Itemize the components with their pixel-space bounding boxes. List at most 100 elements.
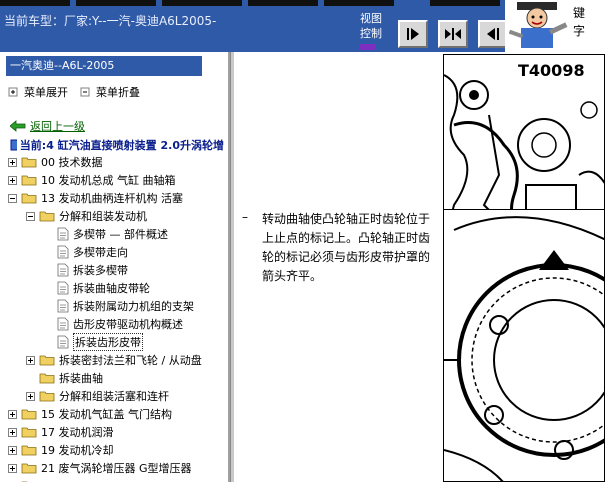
back-link[interactable]: 返回上一级 (10, 118, 85, 134)
folder-icon (39, 211, 55, 222)
expand-icon[interactable] (8, 427, 17, 437)
content-area: T40098 – 转动曲轴使凸轮轴正时齿轮位于上止点的标记上。凸轮轴正时齿轮的标… (234, 52, 605, 482)
chapter-tree: 00 技术数据 10 发动机总成 气缸 曲轴箱 13 发动机曲柄连杆机构 活塞 分解和… (0, 153, 214, 482)
tree-item[interactable]: 10 发动机总成 气缸 曲轴箱 (8, 171, 176, 189)
tree-item[interactable]: 21 废气涡轮增压器 G型增压器 (8, 459, 192, 477)
expand-icon[interactable] (8, 463, 17, 473)
panel-title: 一汽奥迪--A6L-2005 (6, 56, 202, 76)
folder-icon (21, 193, 37, 204)
document-icon (57, 281, 69, 295)
header-decoration (0, 0, 70, 6)
toggle-panels-button[interactable] (438, 20, 468, 48)
tree-item-label: 15 发动机气缸盖 气门结构 (41, 408, 172, 421)
collapse-panels-icon (445, 28, 461, 40)
document-icon (57, 299, 69, 313)
current-section-label: 当前:4 缸汽油直接喷射装置 2.0升涡轮增 (19, 139, 224, 152)
expand-all-icon (8, 87, 18, 97)
tree-item[interactable]: 分解和组装活塞和连杆 (26, 387, 169, 405)
navigation-panel: 一汽奥迪--A6L-2005 菜单展开 菜单折叠 返回上一级 当前:4 缸汽油直… (0, 52, 230, 482)
tree-item-label: 分解和组装发动机 (59, 210, 147, 223)
tree-item[interactable]: 多楔带 — 部件概述 (44, 225, 168, 243)
tree-item-label: 分解和组装活塞和连杆 (59, 390, 169, 403)
folder-icon (21, 427, 37, 438)
document-icon (57, 227, 69, 241)
header-decoration (162, 0, 242, 6)
tree-item-label: 19 发动机冷却 (41, 444, 114, 457)
document-icon (57, 317, 69, 331)
tree-item[interactable]: 多楔带走向 (44, 243, 128, 261)
instruction-bullet: – (242, 210, 248, 224)
tree-item-label: 拆装齿形皮带 (73, 333, 143, 351)
header-decoration (76, 0, 156, 6)
header-bar: 当前车型：厂家:Y--一汽-奥迪A6L2005- 视图控制 键 字 (0, 0, 605, 52)
folder-icon (39, 391, 55, 402)
logo-text: 键 字 (573, 6, 586, 38)
header-decoration (248, 0, 318, 6)
expand-icon[interactable] (8, 175, 17, 185)
collapse-icon[interactable] (8, 193, 17, 203)
timing-gear-drawing (444, 210, 604, 481)
tree-item-label: 21 废气涡轮增压器 G型增压器 (41, 462, 192, 475)
instruction-text: 转动曲轴使凸轮轴正时齿轮位于上止点的标记上。凸轮轴正时齿轮的标记必须与齿形皮带护… (262, 212, 431, 283)
expand-icon[interactable] (26, 391, 35, 401)
menu-collapse-button[interactable]: 菜单折叠 (80, 84, 140, 100)
document-icon (10, 139, 17, 151)
tree-item[interactable] (8, 477, 41, 482)
mechanic-mascot-icon (509, 2, 568, 48)
tree-item[interactable]: 13 发动机曲柄连杆机构 活塞 (8, 189, 183, 207)
tree-item[interactable]: 拆装曲轴皮带轮 (44, 279, 150, 297)
tree-item-label: 17 发动机润滑 (41, 426, 114, 439)
folder-icon (21, 463, 37, 474)
arrow-left-icon (487, 28, 499, 40)
tree-item[interactable]: 17 发动机润滑 (8, 423, 114, 441)
tree-item-label: 拆装曲轴 (59, 372, 103, 385)
tree-item-label: 拆装曲轴皮带轮 (73, 282, 150, 295)
tree-item[interactable]: 齿形皮带驱动机构概述 (44, 315, 183, 333)
expand-icon[interactable] (8, 409, 17, 419)
expand-icon[interactable] (26, 355, 35, 365)
folder-icon (39, 373, 55, 384)
collapse-icon[interactable] (26, 211, 35, 221)
folder-icon (39, 355, 55, 366)
tree-item[interactable]: 拆装齿形皮带 (44, 333, 143, 351)
previous-button[interactable] (478, 20, 508, 48)
tree-item[interactable]: 拆装密封法兰和飞轮 / 从动盘 (26, 351, 202, 369)
tree-item-label: 拆装附属动力机组的支架 (73, 300, 194, 313)
back-link-label: 返回上一级 (30, 120, 85, 133)
menu-expand-label: 菜单展开 (24, 86, 68, 99)
header-decoration (324, 0, 394, 6)
folder-icon (21, 445, 37, 456)
tree-item-label: 10 发动机总成 气缸 曲轴箱 (41, 174, 176, 187)
expand-icon[interactable] (8, 157, 17, 167)
tree-item[interactable]: 分解和组装发动机 (26, 207, 147, 225)
arrow-right-icon (407, 28, 419, 40)
tree-item-label: 13 发动机曲柄连杆机构 活塞 (41, 192, 183, 205)
tree-item-label: 多楔带 — 部件概述 (73, 228, 168, 241)
current-vehicle-label: 当前车型：厂家:Y--一汽-奥迪A6L2005- (4, 14, 217, 28)
back-arrow-icon (10, 120, 26, 132)
document-icon (57, 245, 69, 259)
tree-item-label: 齿形皮带驱动机构概述 (73, 318, 183, 331)
menu-expand-button[interactable]: 菜单展开 (8, 84, 68, 100)
collapse-all-icon (80, 87, 90, 97)
document-icon (57, 263, 69, 277)
tree-item-label: 拆装密封法兰和飞轮 / 从动盘 (59, 354, 202, 367)
document-icon (57, 335, 69, 349)
next-button[interactable] (398, 20, 428, 48)
brand-logo: 键 字 (505, 0, 605, 52)
expand-icon[interactable] (8, 445, 17, 455)
tree-item[interactable]: 15 发动机气缸盖 气门结构 (8, 405, 172, 423)
folder-icon (21, 175, 37, 186)
view-control-label: 视图控制 (360, 12, 382, 40)
tree-item[interactable]: 拆装附属动力机组的支架 (44, 297, 194, 315)
tree-item[interactable]: 拆装曲轴 (26, 369, 103, 387)
folder-icon (21, 157, 37, 168)
tree-item[interactable]: 00 技术数据 (8, 153, 103, 171)
menu-collapse-label: 菜单折叠 (96, 86, 140, 99)
tree-item[interactable]: 拆装多楔带 (44, 261, 128, 279)
tool-code-label: T40098 (518, 61, 585, 80)
tree-item[interactable]: 19 发动机冷却 (8, 441, 114, 459)
view-indicator (360, 44, 376, 50)
current-section: 当前:4 缸汽油直接喷射装置 2.0升涡轮增 (10, 137, 224, 153)
tree-item-label: 00 技术数据 (41, 156, 103, 169)
